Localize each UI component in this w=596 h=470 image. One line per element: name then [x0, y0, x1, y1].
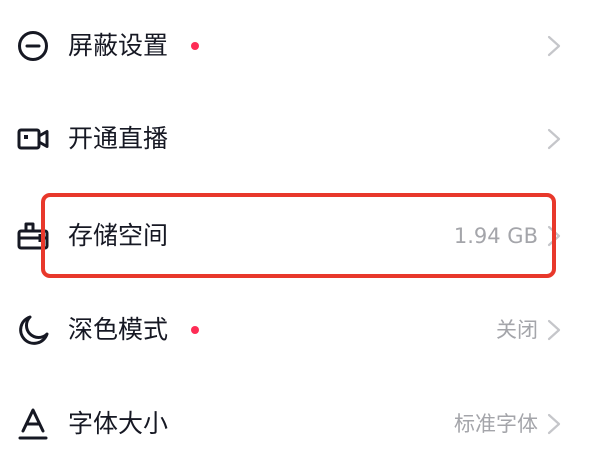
settings-item-label: 开通直播 [68, 124, 169, 153]
settings-item-label: 字体大小 [68, 409, 169, 438]
storage-box-icon [16, 219, 50, 253]
storage-size-value: 1.94 GB [453, 224, 538, 248]
notification-dot [191, 326, 199, 334]
settings-item-label: 深色模式 [68, 315, 169, 344]
font-size-value: 标准字体 [454, 412, 538, 436]
minus-circle-icon [16, 29, 50, 63]
settings-item-block[interactable]: 屏蔽设置 [0, 0, 596, 92]
notification-dot [191, 42, 199, 50]
settings-list: 屏蔽设置 开通直播 存储空间 1.94 GB 深色模式 关闭 字体大小 标准字体 [0, 0, 596, 466]
moon-icon [16, 313, 50, 347]
chevron-right-icon [544, 412, 564, 436]
chevron-right-icon [544, 318, 564, 342]
settings-item-font-size[interactable]: 字体大小 标准字体 [0, 378, 596, 470]
font-size-icon [16, 407, 50, 441]
chevron-right-icon [544, 127, 564, 151]
settings-item-dark-mode[interactable]: 深色模式 关闭 [0, 284, 596, 376]
chevron-right-icon [544, 224, 564, 248]
dark-mode-value: 关闭 [496, 318, 538, 342]
settings-item-go-live[interactable]: 开通直播 [0, 93, 596, 185]
settings-item-label: 存储空间 [68, 221, 169, 250]
video-camera-icon [16, 122, 50, 156]
chevron-right-icon [544, 34, 564, 58]
settings-item-label: 屏蔽设置 [68, 31, 169, 60]
settings-item-storage[interactable]: 存储空间 1.94 GB [0, 190, 596, 282]
